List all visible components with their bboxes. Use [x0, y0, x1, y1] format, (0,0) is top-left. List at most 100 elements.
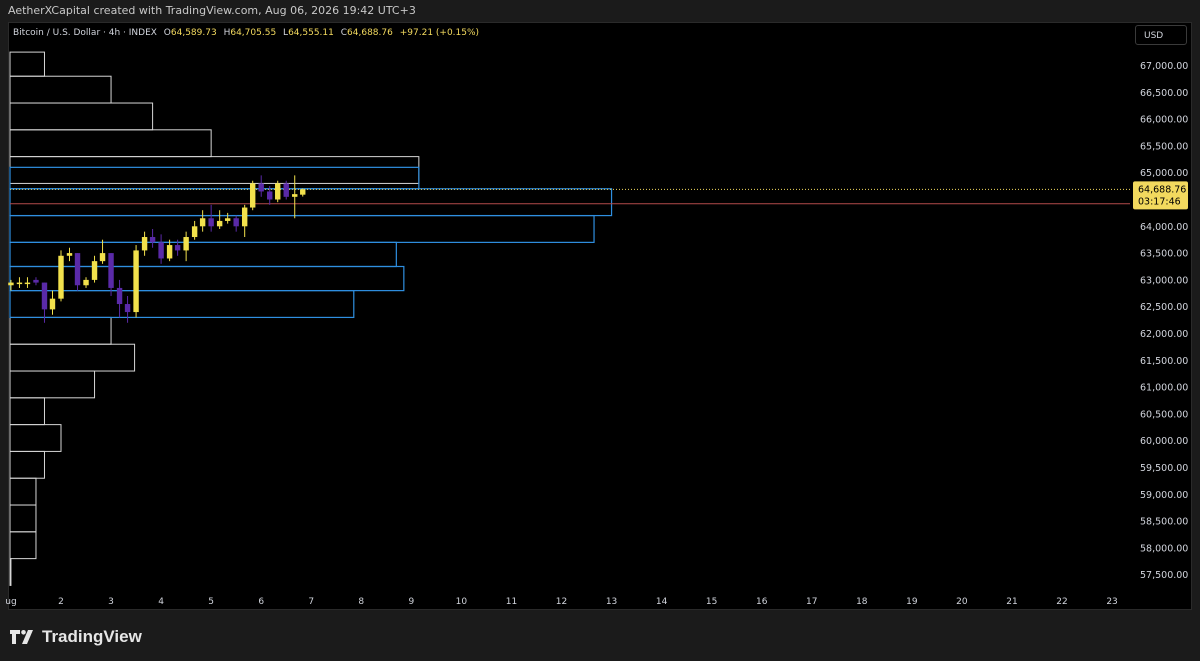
- candle-body: [183, 237, 189, 251]
- low-value: 64,555.11: [288, 28, 334, 38]
- candle-body: [66, 253, 73, 256]
- time-tick-label: 6: [258, 597, 264, 607]
- profile-bar: [9, 316, 112, 345]
- time-tick-label: 15: [706, 597, 717, 607]
- price-tick-label: 63,500.00: [1140, 249, 1188, 260]
- price-tick-label: 65,000.00: [1140, 168, 1188, 179]
- time-tick-label: 11: [506, 597, 517, 607]
- time-tick-label: 17: [806, 597, 817, 607]
- zone-box: [9, 188, 613, 217]
- time-tick-label: ug: [5, 597, 16, 607]
- profile-bar: [9, 397, 45, 426]
- time-tick-label: 5: [208, 597, 214, 607]
- time-tick-label: 13: [606, 597, 617, 607]
- candle-body: [99, 253, 106, 262]
- candle-body: [174, 245, 181, 251]
- price-tick-label: 61,000.00: [1140, 383, 1188, 394]
- profile-bar: [9, 450, 45, 479]
- price-tick-label: 63,000.00: [1140, 275, 1188, 286]
- candle-body: [49, 298, 56, 310]
- chart-canvas[interactable]: 67,000.00 66,500.00 66,000.00 65,500.00 65,0…: [0, 0, 1200, 661]
- last-price-tag: 64,688.76 03:17:46: [1133, 181, 1188, 210]
- footer-bar: [0, 610, 1200, 661]
- time-tick-label: 12: [556, 597, 567, 607]
- candle-body: [8, 282, 14, 286]
- profile-bar: [9, 424, 62, 452]
- time-tick-label: 2: [58, 597, 64, 607]
- profile-bar: [9, 102, 154, 131]
- candle-body: [83, 279, 89, 286]
- candle-body: [116, 287, 123, 305]
- time-tick-label: 9: [408, 597, 414, 607]
- tradingview-logo[interactable]: TradingView: [10, 627, 142, 647]
- volume-profile: [9, 51, 420, 586]
- candle-body: [91, 261, 98, 280]
- candle-body: [300, 189, 306, 195]
- profile-bar: [9, 477, 37, 506]
- candle-body: [108, 253, 114, 288]
- price-tick-label: 58,000.00: [1140, 543, 1188, 554]
- price-tick-label: 66,000.00: [1140, 115, 1188, 126]
- price-lines: [10, 188, 1130, 205]
- last-price-value: 64,688.76: [1138, 184, 1186, 195]
- candle-body: [33, 279, 39, 283]
- candle-body: [41, 282, 48, 310]
- candle-body: [233, 218, 239, 227]
- zone-box: [9, 214, 595, 243]
- profile-bar: [9, 558, 12, 586]
- time-tick-label: 21: [1006, 597, 1017, 607]
- candle-body: [191, 226, 198, 238]
- candle-body: [249, 183, 256, 208]
- time-tick-label: 22: [1056, 597, 1067, 607]
- candle-body: [275, 183, 281, 200]
- profile-bar: [9, 343, 136, 372]
- profile-bar: [9, 51, 45, 77]
- zone-box: [9, 265, 405, 292]
- change-value: +97.21 (+0.15%): [399, 28, 480, 38]
- candle-body: [24, 282, 31, 285]
- candle-body: [267, 191, 273, 200]
- candle-body: [141, 237, 148, 251]
- profile-bar: [9, 156, 420, 184]
- price-tick-label: 67,000.00: [1140, 61, 1188, 72]
- candle-body: [166, 245, 173, 259]
- candle-body: [149, 237, 156, 243]
- profile-bar: [9, 370, 96, 399]
- time-tick-label: 18: [856, 597, 868, 607]
- price-axis[interactable]: 67,000.00 66,500.00 66,000.00 65,500.00 65,0…: [1140, 61, 1188, 581]
- candle-body: [124, 304, 131, 313]
- tradingview-logo-icon: [10, 630, 36, 644]
- candle-body: [58, 255, 64, 299]
- tradingview-logo-text: TradingView: [42, 627, 142, 646]
- price-tick-label: 65,500.00: [1140, 141, 1188, 152]
- candlesticks: [8, 175, 306, 323]
- profile-bar: [9, 531, 37, 560]
- profile-bar: [9, 129, 212, 158]
- candle-body: [158, 242, 164, 259]
- bar-countdown: 03:17:46: [1138, 196, 1181, 207]
- price-tick-label: 57,500.00: [1140, 570, 1188, 581]
- zone-box: [9, 166, 420, 190]
- candle-body: [133, 250, 139, 313]
- time-tick-label: 16: [756, 597, 768, 607]
- open-value: 64,589.73: [170, 28, 217, 38]
- candle-body: [241, 207, 248, 227]
- time-tick-label: 10: [456, 597, 468, 607]
- time-axis[interactable]: ug 2 3 4 5 6 7 8 9 10 11 12 13 14 15 16 17 18 19 20 21 22 23: [5, 597, 1118, 607]
- profile-bar: [9, 75, 112, 104]
- candle-body: [216, 220, 223, 227]
- price-tick-label: 62,500.00: [1140, 302, 1188, 313]
- time-tick-label: 23: [1106, 597, 1117, 607]
- symbol-legend: Bitcoin / U.S. Dollar · 4h · INDEX O64,5…: [13, 28, 479, 38]
- time-tick-label: 4: [158, 597, 164, 607]
- candle-body: [199, 218, 206, 227]
- price-tick-label: 60,000.00: [1140, 436, 1188, 447]
- time-tick-label: 7: [308, 597, 314, 607]
- symbol-title[interactable]: Bitcoin / U.S. Dollar · 4h · INDEX: [13, 28, 157, 38]
- currency-button[interactable]: USD: [1135, 25, 1187, 45]
- time-tick-label: 3: [108, 597, 114, 607]
- high-value: 64,705.55: [230, 28, 277, 38]
- price-tick-label: 64,000.00: [1140, 222, 1188, 233]
- price-tick-label: 66,500.00: [1140, 88, 1188, 99]
- candle-body: [224, 218, 231, 221]
